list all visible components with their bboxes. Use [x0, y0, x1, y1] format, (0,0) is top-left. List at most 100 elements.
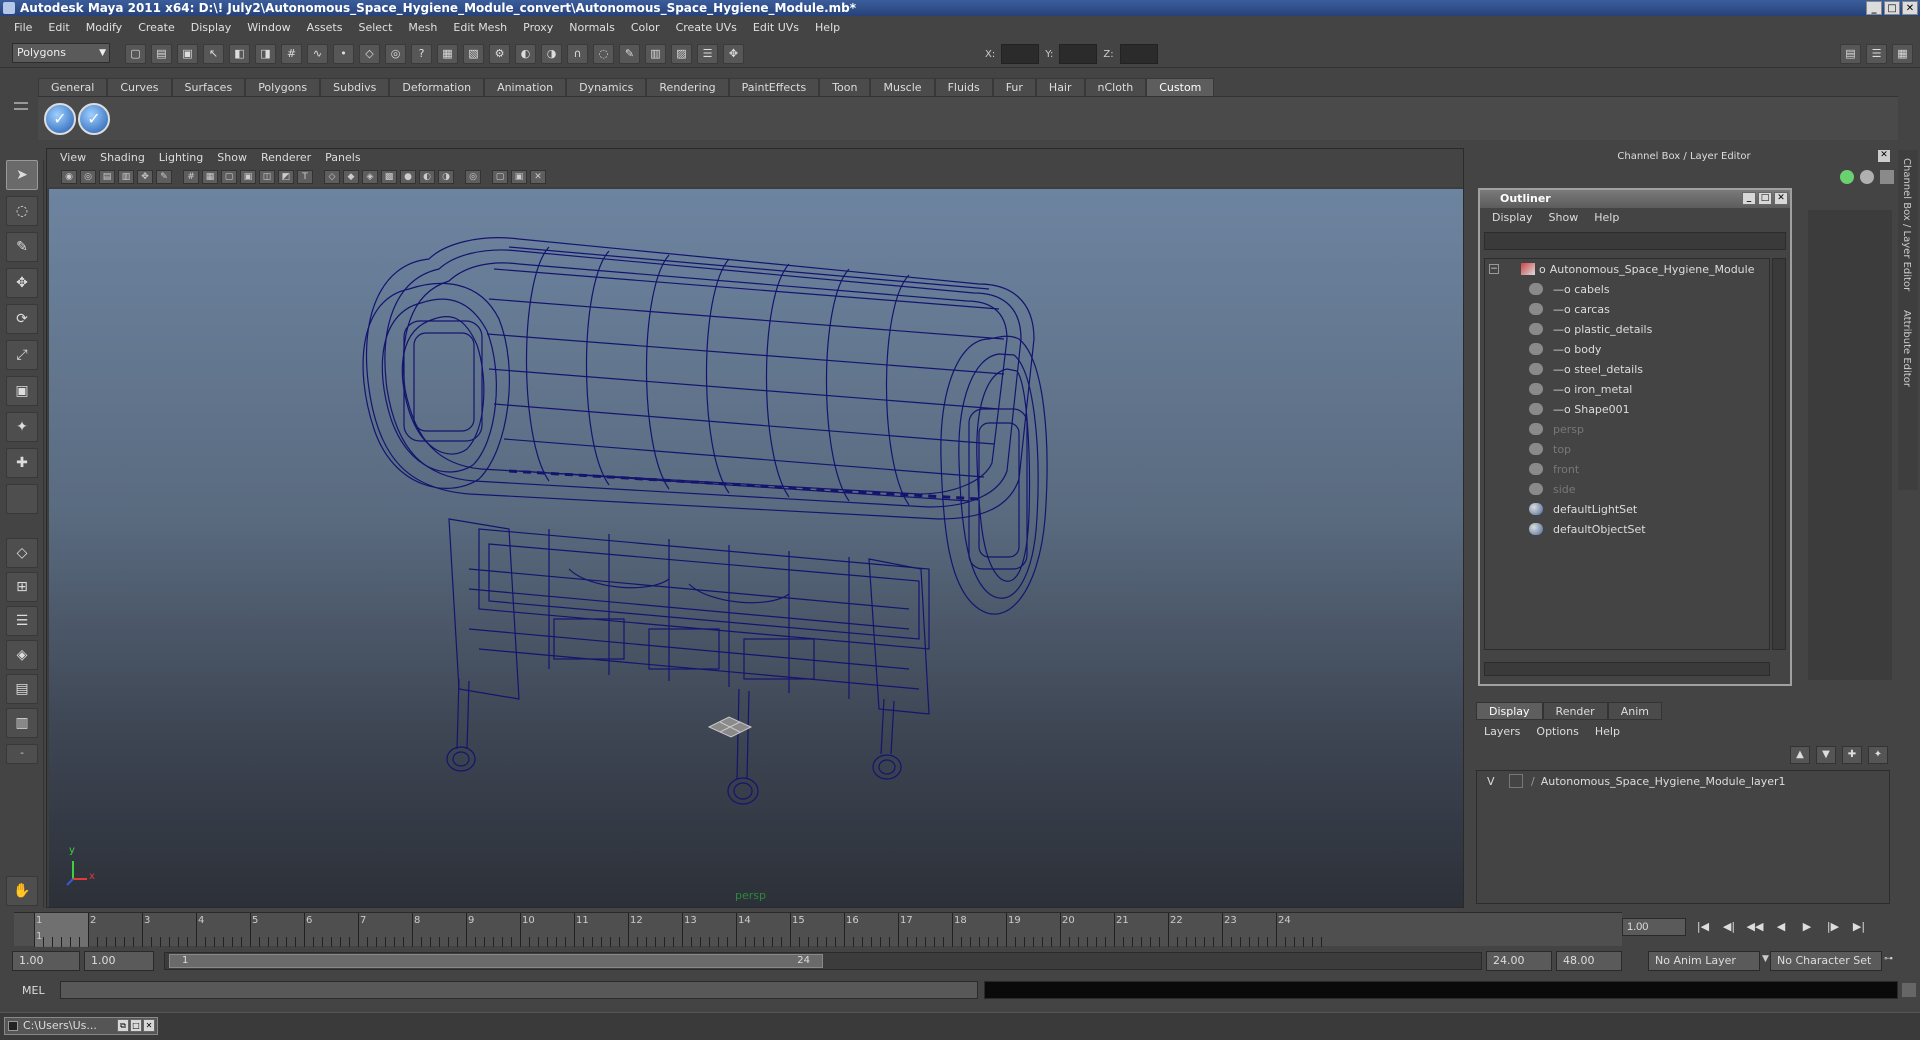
- tree-item-camera[interactable]: top: [1485, 439, 1769, 459]
- outliner-titlebar[interactable]: Outliner _ □ ✕: [1480, 190, 1790, 208]
- snap-point-icon[interactable]: •: [333, 44, 354, 64]
- time-slider[interactable]: 1 1 2 3 4 5 6 7 8 9 10 11 12 13 14 15 16 17 18 19 20 21 22 23 2…: [14, 912, 1622, 947]
- key-icon[interactable]: [1840, 170, 1854, 184]
- sidebar-toggle-icon[interactable]: ▥: [645, 44, 666, 64]
- tab-toon[interactable]: Toon: [819, 78, 871, 96]
- outliner-menu-show[interactable]: Show: [1541, 208, 1587, 228]
- smooth-shade-icon[interactable]: ◆: [343, 170, 359, 184]
- menu-select[interactable]: Select: [350, 18, 400, 37]
- outliner-maximize-button[interactable]: □: [1758, 192, 1772, 205]
- outliner-minimize-button[interactable]: _: [1742, 192, 1756, 205]
- tree-item-camera[interactable]: persp: [1485, 419, 1769, 439]
- layer-row[interactable]: V / Autonomous_Space_Hygiene_Module_laye…: [1477, 771, 1889, 791]
- layout-menu-icon[interactable]: -: [6, 744, 38, 764]
- menu-modify[interactable]: Modify: [78, 18, 130, 37]
- graph-editor-icon[interactable]: ▨: [671, 44, 692, 64]
- manipulator-icon[interactable]: [1860, 170, 1874, 184]
- move-layer-up-icon[interactable]: ▲: [1790, 746, 1810, 764]
- menu-display[interactable]: Display: [183, 18, 240, 37]
- panel-menu-renderer[interactable]: Renderer: [254, 149, 318, 167]
- auto-key-icon[interactable]: ⊶: [1884, 954, 1893, 964]
- soft-modification-icon[interactable]: ✦: [6, 412, 38, 442]
- hypershade-icon[interactable]: ◐: [515, 44, 536, 64]
- lasso-icon[interactable]: ◌: [593, 44, 614, 64]
- tree-item-camera[interactable]: front: [1485, 459, 1769, 479]
- transform-icon[interactable]: ✥: [723, 44, 744, 64]
- checkmark-icon[interactable]: ✓: [44, 103, 76, 135]
- tree-item[interactable]: —o plastic_details: [1485, 319, 1769, 339]
- tab-surfaces[interactable]: Surfaces: [171, 78, 246, 96]
- tree-item[interactable]: —o body: [1485, 339, 1769, 359]
- tab-curves[interactable]: Curves: [107, 78, 172, 96]
- textured-icon[interactable]: ▩: [381, 170, 397, 184]
- single-perspective-layout-icon[interactable]: ◇: [6, 538, 38, 568]
- layer-type-toggle[interactable]: [1509, 774, 1523, 788]
- close-button[interactable]: ✕: [1902, 1, 1918, 15]
- menu-proxy[interactable]: Proxy: [515, 18, 561, 37]
- menu-edit-uvs[interactable]: Edit UVs: [745, 18, 807, 37]
- show-hide-attribute-editor-icon[interactable]: ▤: [1840, 44, 1861, 64]
- maximize-button[interactable]: □: [1884, 1, 1900, 15]
- new-scene-icon[interactable]: ▢: [125, 44, 146, 64]
- input-ops-icon[interactable]: ◑: [541, 44, 562, 64]
- tab-fur[interactable]: Fur: [992, 78, 1036, 96]
- universal-manipulator-icon[interactable]: ▣: [6, 376, 38, 406]
- xray-joints-icon[interactable]: ▣: [511, 170, 527, 184]
- isolate-select-icon[interactable]: ◎: [465, 170, 481, 184]
- tree-item[interactable]: —o steel_details: [1485, 359, 1769, 379]
- show-hide-tool-settings-icon[interactable]: ☰: [1866, 44, 1887, 64]
- hypershade-layout-icon[interactable]: ▤: [6, 674, 38, 704]
- chevron-down-icon[interactable]: ▼: [1762, 954, 1769, 964]
- checkmark-icon[interactable]: ✓: [78, 103, 110, 135]
- menu-normals[interactable]: Normals: [561, 18, 623, 37]
- panel-menu-panels[interactable]: Panels: [318, 149, 367, 167]
- ipr-render-icon[interactable]: ▧: [463, 44, 484, 64]
- menu-set-selector[interactable]: Polygons ▼: [12, 43, 110, 63]
- select-component-icon[interactable]: ◨: [255, 44, 276, 64]
- tab-rendering[interactable]: Rendering: [646, 78, 729, 96]
- outliner-menu-help[interactable]: Help: [1586, 208, 1627, 228]
- tab-painteffects[interactable]: PaintEffects: [728, 78, 820, 96]
- taskbar-maximize-button[interactable]: □: [130, 1019, 142, 1032]
- collapse-icon[interactable]: −: [1489, 264, 1499, 274]
- step-back-frame-icon[interactable]: ◀◀: [1746, 919, 1764, 935]
- tab-polygons[interactable]: Polygons: [245, 78, 321, 96]
- taskbar-close-button[interactable]: ✕: [143, 1019, 155, 1032]
- tab-custom[interactable]: Custom: [1146, 78, 1215, 96]
- outliner-filter-field[interactable]: [1484, 232, 1786, 250]
- tab-hair[interactable]: Hair: [1035, 78, 1085, 96]
- tab-fluids[interactable]: Fluids: [934, 78, 993, 96]
- menu-mesh[interactable]: Mesh: [400, 18, 445, 37]
- side-tab-attribute-editor[interactable]: Attribute Editor: [1901, 310, 1912, 387]
- z-field[interactable]: [1119, 44, 1158, 64]
- outliner-horizontal-scrollbar[interactable]: [1484, 662, 1770, 676]
- script-editor-icon[interactable]: [1902, 983, 1916, 997]
- film-gate-icon[interactable]: ▦: [202, 170, 218, 184]
- tab-subdivs[interactable]: Subdivs: [320, 78, 390, 96]
- anim-layer-dropdown[interactable]: No Anim Layer: [1648, 951, 1760, 971]
- paint-select-icon[interactable]: ✎: [619, 44, 640, 64]
- select-tool-icon[interactable]: ➤: [6, 160, 38, 190]
- render-current-frame-icon[interactable]: ▦: [437, 44, 458, 64]
- layer-menu-layers[interactable]: Layers: [1476, 722, 1528, 742]
- four-view-layout-icon[interactable]: ⊞: [6, 572, 38, 602]
- command-input[interactable]: [60, 981, 978, 999]
- perspective-graph-hypergraph-layout-icon[interactable]: ▥: [6, 708, 38, 738]
- wireframe-on-shaded-icon[interactable]: ◈: [362, 170, 378, 184]
- outliner-toggle-icon[interactable]: ☰: [697, 44, 718, 64]
- panel-menu-view[interactable]: View: [53, 149, 93, 167]
- side-tab-channel-box[interactable]: Channel Box / Layer Editor: [1901, 158, 1912, 291]
- step-back-key-icon[interactable]: ◀|: [1720, 919, 1738, 935]
- taskbar-window-item[interactable]: C:\Users\Us... ⧉ □ ✕: [4, 1017, 158, 1035]
- select-hierarchy-icon[interactable]: ↖: [203, 44, 224, 64]
- go-to-start-icon[interactable]: |◀: [1694, 919, 1712, 935]
- tab-ncloth[interactable]: nCloth: [1084, 78, 1147, 96]
- camera-select-icon[interactable]: ◉: [61, 170, 77, 184]
- shelf-menu-icon[interactable]: [14, 80, 32, 136]
- step-forward-key-icon[interactable]: |▶: [1824, 919, 1842, 935]
- safe-action-icon[interactable]: ◩: [278, 170, 294, 184]
- bookmark-icon[interactable]: ▤: [99, 170, 115, 184]
- minimize-button[interactable]: _: [1866, 1, 1882, 15]
- menu-edit-mesh[interactable]: Edit Mesh: [445, 18, 515, 37]
- menu-window[interactable]: Window: [239, 18, 298, 37]
